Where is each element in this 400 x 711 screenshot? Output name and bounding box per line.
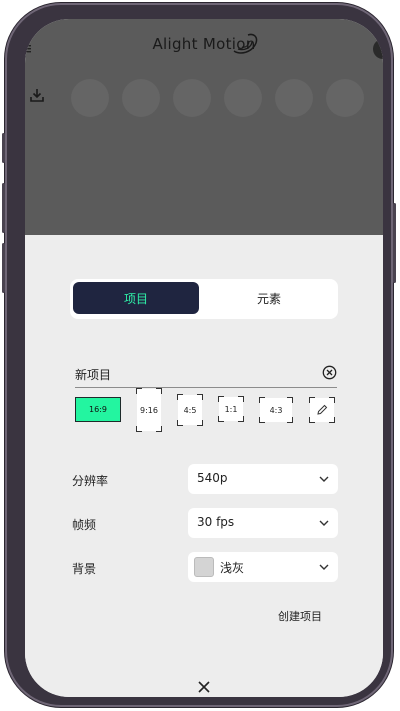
framerate-label: 帧频 [72, 518, 97, 532]
background-select[interactable]: 浅灰 [188, 552, 338, 582]
ratio-4-5[interactable]: 4:5 [177, 394, 203, 426]
phone-volume-down [2, 243, 5, 293]
create-project-button[interactable]: 创建项目 [278, 608, 322, 624]
logo-swirl-icon [233, 33, 258, 54]
framerate-select[interactable]: 30 fps [188, 508, 338, 538]
template-placeholder [71, 79, 109, 117]
project-name-value: 新项目 [75, 368, 112, 382]
template-placeholder [224, 79, 262, 117]
chevron-down-icon [319, 520, 329, 526]
dimmed-background[interactable]: Alight Motion [25, 19, 383, 235]
ratio-label: 4:3 [269, 405, 283, 415]
ratio-custom[interactable] [309, 397, 335, 423]
download-icon[interactable] [29, 87, 45, 103]
chevron-down-icon [319, 564, 329, 570]
ratio-4-3[interactable]: 4:3 [259, 397, 293, 423]
avatar[interactable] [373, 39, 383, 59]
ratio-label: 16:9 [89, 405, 107, 414]
phone-frame: Alight Motion 项目 元素 新项目 16:9 9:16 4:5 1:… [2, 3, 396, 707]
ratio-label: 9:16 [140, 405, 158, 415]
background-label: 背景 [72, 562, 97, 576]
background-value: 浅灰 [220, 561, 245, 575]
project-name-field[interactable]: 新项目 [75, 363, 337, 388]
template-placeholder [122, 79, 160, 117]
phone-power-button [393, 203, 396, 283]
ratio-label: 1:1 [224, 404, 238, 414]
close-icon[interactable] [196, 679, 212, 695]
ratio-label: 4:5 [183, 405, 197, 415]
clear-circle-icon[interactable] [322, 365, 337, 380]
ratio-9-16[interactable]: 9:16 [136, 388, 162, 432]
phone-side-button [2, 133, 5, 163]
tab-element[interactable]: 元素 [204, 282, 334, 314]
resolution-select[interactable]: 540p [188, 464, 338, 494]
background-color-swatch [194, 557, 214, 577]
app-logo: Alight Motion [152, 35, 256, 53]
new-project-sheet: 项目 元素 新项目 16:9 9:16 4:5 1:1 4:3 分辨率 540p… [25, 235, 383, 697]
resolution-value: 540p [197, 471, 228, 485]
phone-volume-up [2, 183, 5, 233]
ratio-1-1[interactable]: 1:1 [218, 396, 244, 422]
template-placeholder [173, 79, 211, 117]
ratio-16-9[interactable]: 16:9 [75, 397, 121, 422]
pencil-icon [317, 404, 328, 415]
tab-project[interactable]: 项目 [73, 282, 199, 314]
chevron-down-icon [319, 476, 329, 482]
resolution-label: 分辨率 [72, 474, 109, 488]
framerate-value: 30 fps [197, 515, 235, 529]
app-screen: Alight Motion 项目 元素 新项目 16:9 9:16 4:5 1:… [25, 19, 383, 697]
type-tabs: 项目 元素 [70, 279, 338, 319]
template-placeholder [275, 79, 313, 117]
template-placeholder [326, 79, 364, 117]
